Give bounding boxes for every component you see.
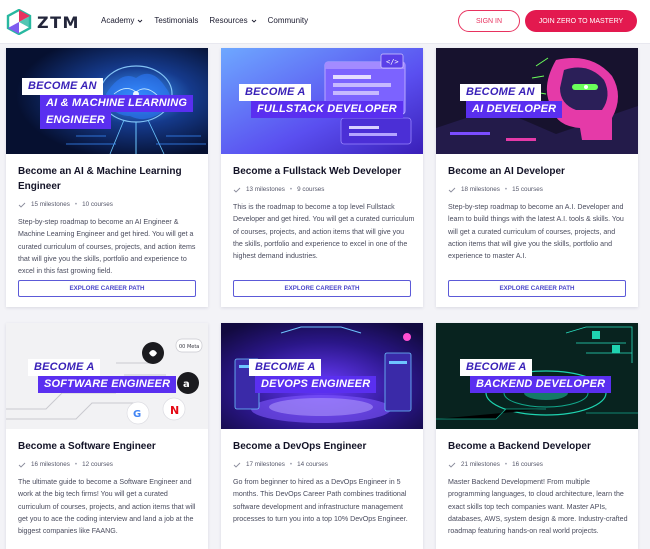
svg-text:N: N — [170, 404, 179, 417]
card-title[interactable]: Become a Software Engineer — [18, 439, 198, 454]
banner-line-2: SOFTWARE ENGINEER — [38, 376, 177, 393]
career-card-software-engineer[interactable]: 00 Meta a G N BECOME A SOFTWARE ENGINEER… — [6, 323, 208, 549]
courses-count: 15 courses — [512, 186, 543, 193]
milestones-count: 18 milestones — [461, 186, 500, 193]
card-description: Go from beginner to hired as a DevOps En… — [233, 478, 408, 523]
courses-count: 14 courses — [297, 461, 328, 468]
banner-line-1: BECOME AN — [22, 78, 103, 95]
courses-count: 16 courses — [512, 461, 543, 468]
meta-separator: • — [504, 186, 508, 193]
banner-line-1: BECOME A — [460, 359, 533, 376]
main-nav: Academy Testimonials Resources Community — [101, 16, 308, 25]
nav-community[interactable]: Community — [268, 16, 308, 25]
banner-line-2: AI DEVELOPER — [466, 101, 563, 118]
meta-separator: • — [74, 461, 78, 468]
check-icon — [448, 187, 456, 193]
check-icon — [233, 187, 241, 193]
card-image: BECOME A BACKEND DEVELOPER — [436, 323, 638, 429]
milestones-count: 16 milestones — [31, 461, 70, 468]
banner-line-2: BACKEND DEVELOPER — [470, 376, 612, 393]
card-description: The ultimate guide to become a Software … — [18, 478, 196, 536]
card-title[interactable]: Become a DevOps Engineer — [233, 439, 413, 454]
courses-count: 10 courses — [82, 201, 113, 208]
milestones-count: 21 milestones — [461, 461, 500, 468]
site-header: ZTM Academy Testimonials Resources Commu… — [0, 0, 650, 44]
svg-text:G: G — [133, 409, 141, 420]
card-image: BECOME A DEVOPS ENGINEER — [221, 323, 423, 429]
card-image: </> BECOME A FULLSTACK DEVELOPER — [221, 48, 423, 154]
card-title[interactable]: Become a Fullstack Web Developer — [233, 164, 413, 179]
nav-community-label: Community — [267, 16, 309, 25]
explore-career-path-button[interactable]: EXPLORE CAREER PATH — [233, 280, 411, 297]
nav-resources[interactable]: Resources — [209, 16, 256, 25]
meta-separator: • — [289, 461, 293, 468]
meta-badge-text: 00 Meta — [179, 344, 199, 350]
banner-line-1: BECOME A — [249, 359, 322, 376]
card-description: Master Backend Development! From multipl… — [448, 478, 628, 536]
check-icon — [18, 462, 26, 468]
milestones-count: 13 milestones — [246, 186, 285, 193]
card-title[interactable]: Become an AI Developer — [448, 164, 628, 179]
card-meta: 16 milestones • 12 courses — [18, 461, 113, 468]
card-image: BECOME AN AI DEVELOPER — [436, 48, 638, 154]
logo-text: ZTM — [37, 12, 80, 32]
career-card-devops[interactable]: BECOME A DEVOPS ENGINEER Become a DevOps… — [221, 323, 423, 549]
banner-line-2: FULLSTACK DEVELOPER — [251, 101, 403, 118]
card-meta: 17 milestones • 14 courses — [233, 461, 328, 468]
nav-academy[interactable]: Academy — [101, 16, 143, 25]
svg-text:</>: </> — [386, 58, 399, 66]
courses-count: 9 courses — [297, 186, 325, 193]
career-card-ai-developer[interactable]: BECOME AN AI DEVELOPER Become an AI Deve… — [436, 48, 638, 307]
courses-count: 12 courses — [82, 461, 113, 468]
nav-resources-label: Resources — [209, 16, 248, 25]
check-icon — [233, 462, 241, 468]
career-card-fullstack[interactable]: </> BECOME A FULLSTACK DEVELOPER Become … — [221, 48, 423, 307]
card-title[interactable]: Become a Backend Developer — [448, 439, 628, 454]
ztm-logo-icon — [6, 9, 32, 35]
nav-testimonials[interactable]: Testimonials — [154, 16, 198, 25]
banner-line-2: AI & MACHINE LEARNING — [40, 95, 194, 112]
card-image: 00 Meta a G N BECOME A SOFTWARE ENGINEER — [6, 323, 208, 429]
card-title[interactable]: Become an AI & Machine Learning Engineer — [18, 164, 198, 194]
card-description: Step-by-step roadmap to become an A.I. D… — [448, 203, 624, 261]
explore-career-path-button[interactable]: EXPLORE CAREER PATH — [18, 280, 196, 297]
meta-separator: • — [74, 201, 78, 208]
card-meta: 18 milestones • 15 courses — [448, 186, 543, 193]
nav-testimonials-label: Testimonials — [154, 16, 199, 25]
milestones-count: 15 milestones — [31, 201, 70, 208]
card-description: This is the roadmap to become a top leve… — [233, 203, 415, 261]
banner-line-2: DEVOPS ENGINEER — [255, 376, 377, 393]
check-icon — [448, 462, 456, 468]
sign-in-button[interactable]: SIGN IN — [458, 10, 520, 32]
check-icon — [18, 202, 26, 208]
banner-line-1: BECOME AN — [460, 84, 541, 101]
nav-academy-label: Academy — [101, 16, 135, 25]
career-card-ai-ml[interactable]: BECOME AN AI & MACHINE LEARNING ENGINEER… — [6, 48, 208, 307]
banner-line-3: ENGINEER — [40, 112, 112, 129]
chevron-down-icon — [251, 19, 256, 23]
banner-line-1: BECOME A — [239, 84, 312, 101]
explore-career-path-button[interactable]: EXPLORE CAREER PATH — [448, 280, 626, 297]
join-button[interactable]: JOIN ZERO TO MASTERY — [525, 10, 637, 32]
svg-text:a: a — [183, 379, 190, 390]
banner-line-1: BECOME A — [28, 359, 101, 376]
career-card-backend[interactable]: BECOME A BACKEND DEVELOPER Become a Back… — [436, 323, 638, 549]
card-description: Step-by-step roadmap to become an AI Eng… — [18, 218, 196, 276]
meta-separator: • — [289, 186, 293, 193]
card-image: BECOME AN AI & MACHINE LEARNING ENGINEER — [6, 48, 208, 154]
ztm-logo[interactable]: ZTM — [6, 9, 80, 35]
card-meta: 13 milestones • 9 courses — [233, 186, 324, 193]
chevron-down-icon — [138, 19, 143, 23]
meta-separator: • — [504, 461, 508, 468]
card-meta: 15 milestones • 10 courses — [18, 201, 113, 208]
milestones-count: 17 milestones — [246, 461, 285, 468]
card-meta: 21 milestones • 16 courses — [448, 461, 543, 468]
